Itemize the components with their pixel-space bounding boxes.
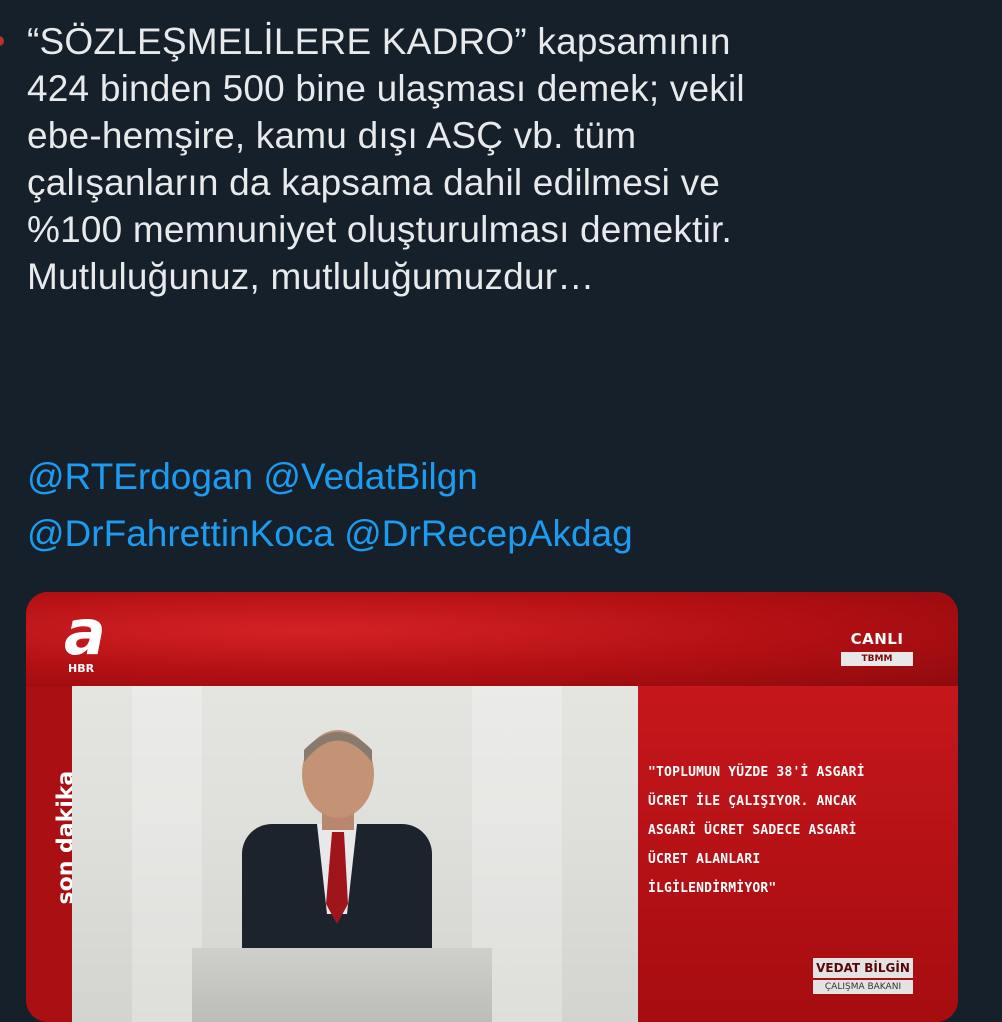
mention-link[interactable]: @VedatBilgn: [263, 456, 477, 497]
quote-line: "TOPLUMUN YÜZDE 38'İ ASGARİ: [648, 765, 865, 780]
quote-line: ÜCRET İLE ÇALIŞIYOR. ANCAK: [648, 794, 857, 809]
tweet-text-line: çalışanların da kapsama dahil edilmesi v…: [27, 162, 721, 203]
tweet-text-line: %100 memnuniyet oluşturulması demektir.: [27, 209, 732, 250]
channel-logo-sub: HBR: [68, 662, 95, 675]
tweet-text-line: 424 binden 500 bine ulaşması demek; veki…: [27, 68, 745, 109]
quote-line: İLGİLENDİRMİYOR": [648, 881, 777, 896]
live-sub-label: TBMM: [841, 652, 913, 666]
quote-text: "TOPLUMUN YÜZDE 38'İ ASGARİ ÜCRET İLE ÇA…: [648, 758, 888, 903]
video-frame: [72, 686, 638, 1022]
mentions-line: @DrFahrettinKoca @DrRecepAkdag: [27, 505, 987, 562]
tweet-text: “SÖZLEŞMELİLERE KADRO” kapsamının 424 bi…: [27, 18, 987, 300]
mention-link[interactable]: @RTErdogan: [27, 456, 253, 497]
quote-panel: "TOPLUMUN YÜZDE 38'İ ASGARİ ÜCRET İLE ÇA…: [638, 686, 958, 1022]
channel-logo-letter: a: [64, 596, 106, 669]
broadcast-header: [26, 592, 958, 687]
live-label: CANLI: [850, 630, 904, 648]
speaker-title: ÇALIŞMA BAKANI: [813, 980, 913, 994]
mentions-line: @RTErdogan @VedatBilgn: [27, 448, 987, 505]
speaker-caption: VEDAT BİLGİN ÇALIŞMA BAKANI: [813, 958, 913, 994]
mention-link[interactable]: @DrFahrettinKoca: [27, 513, 334, 554]
edge-marker: [0, 36, 4, 46]
tweet-text-line: “SÖZLEŞMELİLERE KADRO” kapsamının: [27, 21, 731, 62]
tweet-text-line: Mutluluğunuz, mutluluğumuzdur…: [27, 256, 595, 297]
breaking-news-banner: son dakika: [26, 687, 79, 1022]
tweet-mentions: @RTErdogan @VedatBilgn @DrFahrettinKoca …: [27, 448, 987, 562]
tweet-text-line: ebe-hemşire, kamu dışı ASÇ vb. tüm: [27, 115, 637, 156]
speaker-name: VEDAT BİLGİN: [813, 958, 913, 978]
quote-line: ASGARİ ÜCRET SADECE ASGARİ: [648, 823, 857, 838]
quote-line: ÜCRET ALANLARI: [648, 852, 761, 867]
mention-link[interactable]: @DrRecepAkdag: [344, 513, 632, 554]
podium: [192, 948, 492, 1022]
live-badge: CANLI TBMM: [841, 630, 913, 666]
channel-logo: a HBR: [62, 602, 114, 676]
tweet-media-image[interactable]: a HBR CANLI TBMM son dakika "TOPLUMUN YÜ…: [26, 592, 958, 1022]
